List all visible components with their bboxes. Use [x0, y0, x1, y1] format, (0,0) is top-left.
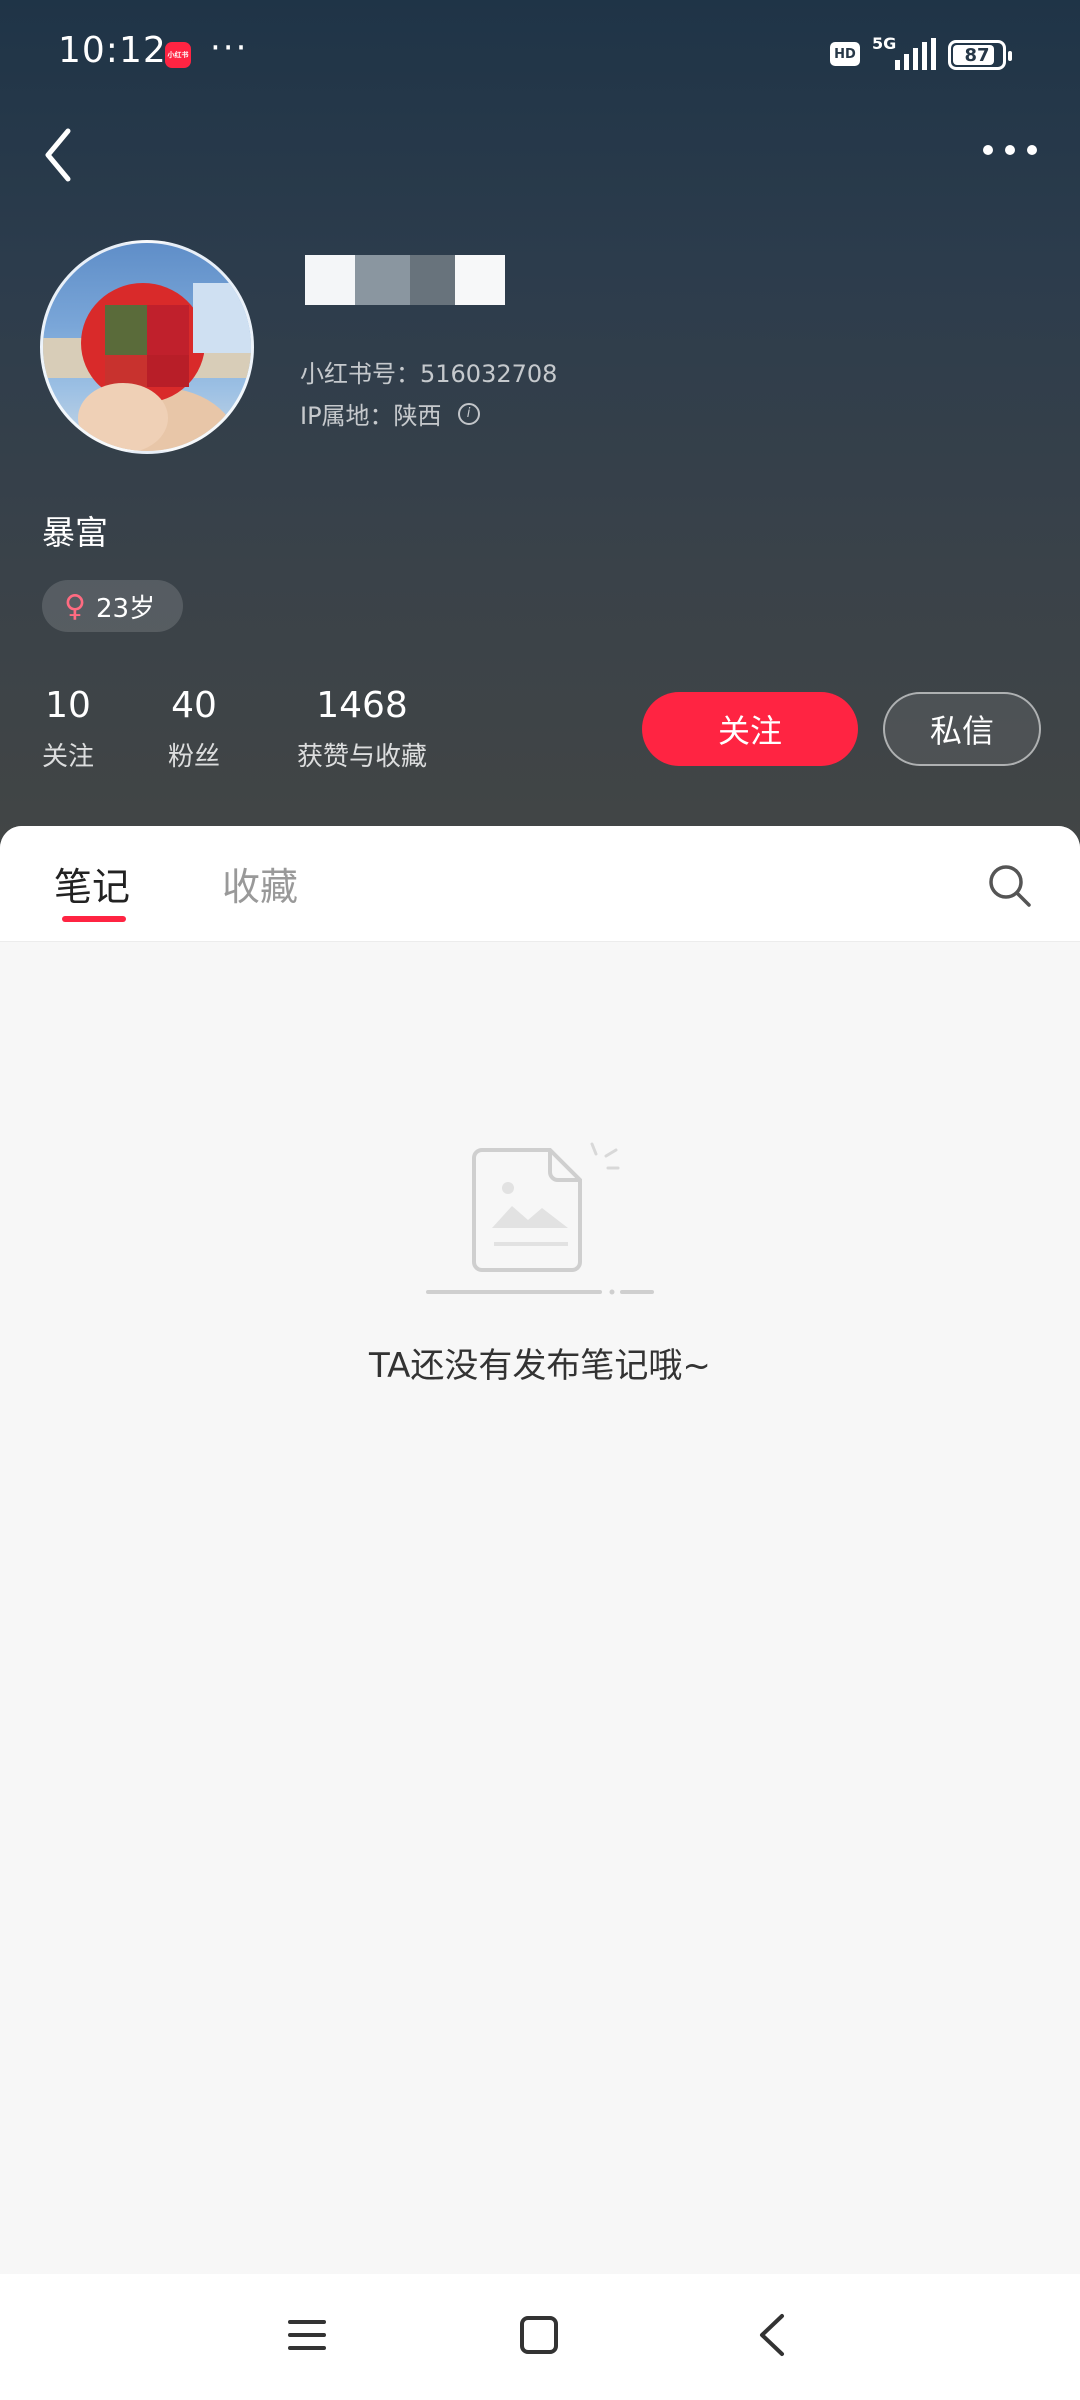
redbook-id: 小红书号：516032708 [300, 360, 558, 388]
empty-notes-icon [426, 1142, 654, 1295]
age-text: 23岁 [95, 593, 156, 624]
ip-location: IP属地：陕西 i [300, 396, 480, 431]
username-blurred [305, 255, 515, 305]
active-tab-indicator [62, 916, 126, 922]
info-icon[interactable]: i [457, 402, 480, 425]
home-button[interactable] [518, 2314, 560, 2356]
age-badge: ♀ 23岁 [42, 580, 184, 632]
stat-value: 10 [45, 685, 91, 726]
tab-bar: 笔记 收藏 [0, 826, 1080, 942]
ip-location-text: IP属地：陕西 [300, 402, 442, 430]
system-back-button[interactable] [752, 2312, 794, 2358]
message-button[interactable]: 私信 [883, 692, 1041, 766]
stat-likes-and-collects[interactable]: 1468 获赞与收藏 [292, 682, 432, 773]
stat-label: 关注 [41, 742, 94, 772]
stat-followers[interactable]: 40 粉丝 [164, 682, 224, 773]
back-button[interactable] [40, 125, 80, 185]
empty-state-text: TA还没有发布笔记哦~ [369, 1346, 711, 1386]
female-icon: ♀ [64, 588, 86, 624]
status-time: 10:12 [58, 30, 167, 71]
signal-icon [895, 38, 936, 70]
network-type: 5G [872, 34, 897, 53]
tab-collect[interactable]: 收藏 [222, 856, 298, 911]
stat-value: 40 [171, 685, 217, 726]
battery-percent: 87 [964, 44, 990, 66]
more-options-button[interactable] [980, 130, 1040, 170]
system-nav-bar [0, 2274, 1080, 2400]
battery-icon: 87 [948, 40, 1012, 70]
stat-value: 1468 [316, 685, 408, 726]
status-bar: 10:12 小红书 ··· HD 5G 87 [0, 0, 1080, 110]
hd-icon: HD [830, 42, 860, 66]
stat-label: 获赞与收藏 [296, 742, 427, 772]
tab-notes[interactable]: 笔记 [54, 856, 130, 911]
bio: 暴富 [42, 513, 108, 552]
search-icon[interactable] [985, 861, 1035, 911]
status-more-icon: ··· [210, 28, 249, 68]
content-card: 笔记 收藏 TA还没有发布笔记哦~ [0, 826, 1080, 2274]
profile-page: 10:12 小红书 ··· HD 5G 87 小红书号：516032708 IP… [0, 0, 1080, 2400]
follow-button[interactable]: 关注 [642, 692, 858, 766]
avatar[interactable] [40, 240, 254, 454]
stat-label: 粉丝 [167, 742, 220, 772]
redbook-app-icon: 小红书 [165, 42, 191, 68]
recent-apps-button[interactable] [286, 2314, 328, 2356]
stat-following[interactable]: 10 关注 [40, 682, 96, 773]
avatar-image [43, 283, 251, 451]
